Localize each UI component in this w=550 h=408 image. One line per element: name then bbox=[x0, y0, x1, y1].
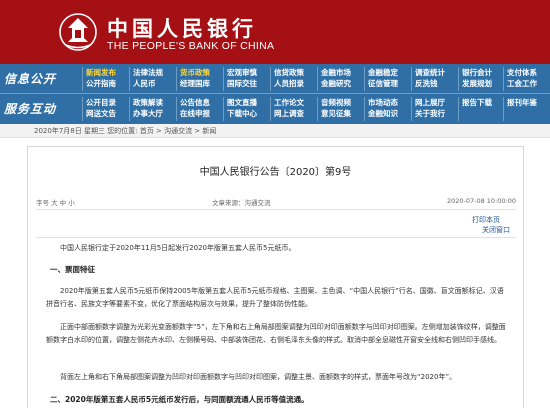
bank-emblem-icon[interactable] bbox=[58, 12, 98, 52]
article-heading: 一、票面特征 bbox=[50, 265, 95, 274]
nav-item[interactable]: 公告信息 在线申报 bbox=[176, 97, 210, 121]
print-page-link[interactable]: 打印本页 bbox=[472, 215, 500, 225]
article-paragraph: 正面中部面额数字调整为光彩光变面额数字“5”，左下角和右上角局部图案调整为凹印对… bbox=[46, 323, 506, 344]
breadcrumb: 2020年7月8日 星期三 您的位置: 首页 > 沟通交流 > 新闻 bbox=[0, 124, 550, 138]
breadcrumb-text[interactable]: 2020年7月8日 星期三 您的位置: 首页 > 沟通交流 > 新闻 bbox=[34, 126, 216, 136]
nav-item[interactable]: 调查统计 反洗钱 bbox=[411, 67, 445, 91]
nav-label-service: 服务互动 bbox=[4, 102, 57, 116]
meta-divider bbox=[36, 209, 516, 210]
page: 中国人民银行 THE PEOPLE'S BANK OF CHINA 信息公开 新… bbox=[0, 0, 550, 408]
site-title-en: THE PEOPLE'S BANK OF CHINA bbox=[107, 40, 275, 52]
article-date: 2020-07-08 10:00:00 bbox=[446, 197, 516, 205]
article-source: 文章来源：沟通交流 bbox=[212, 199, 271, 207]
article-title: 中国人民银行公告〔2020〕第9号 bbox=[199, 167, 352, 178]
nav-item[interactable]: 工作论文 网上调查 bbox=[270, 97, 304, 121]
nav-item[interactable]: 新闻发布 公开指南 bbox=[82, 67, 116, 91]
article-meta: 字号 大 中 小 文章来源：沟通交流 2020-07-08 10:00:00 bbox=[36, 197, 516, 209]
nav-row-service: 服务互动 公开目录 网送文告 政策解读 办事大厅 公告信息 在线申报 图文直播 下载中心… bbox=[0, 94, 550, 123]
close-window-link[interactable]: 关闭窗口 bbox=[482, 225, 510, 235]
nav-item[interactable]: 信贷政策 人员招录 bbox=[270, 67, 304, 91]
nav-label-info: 信息公开 bbox=[4, 72, 57, 86]
nav-item[interactable]: 政策解读 办事大厅 bbox=[129, 97, 163, 121]
nav-item[interactable]: 报告下载 bbox=[458, 97, 492, 121]
font-size-switch[interactable]: 字号 大 中 小 bbox=[36, 197, 75, 207]
nav-row-info: 信息公开 新闻发布 公开指南 法律法规 人民币 货币政策 经理国库 宏观审慎 国际交往 … bbox=[0, 64, 550, 93]
main-navigation: 信息公开 新闻发布 公开指南 法律法规 人民币 货币政策 经理国库 宏观审慎 国际交往 … bbox=[0, 64, 550, 124]
article-heading: 二、2020年版第五套人民币5元纸币发行后，与同面额流通人民币等值流通。 bbox=[50, 395, 309, 404]
nav-item[interactable]: 宏观审慎 国际交往 bbox=[223, 67, 257, 91]
nav-item[interactable]: 报刊年鉴 bbox=[503, 97, 537, 121]
site-title-cn[interactable]: 中国人民银行 bbox=[107, 13, 257, 43]
nav-item[interactable]: 法律法规 人民币 bbox=[129, 67, 163, 91]
article-paragraph: 背面左上角和右下角局部图案调整为凹印对印面额数字与凹印对印图案，调整主景、面额数… bbox=[60, 373, 457, 381]
nav-item[interactable]: 图文直播 下载中心 bbox=[223, 97, 257, 121]
site-header: 中国人民银行 THE PEOPLE'S BANK OF CHINA bbox=[0, 0, 550, 64]
nav-item[interactable]: 金融稳定 征信管理 bbox=[364, 67, 398, 91]
article-paragraph: 中国人民银行定于2020年11月5日起发行2020年版第五套人民币5元纸币。 bbox=[60, 244, 296, 252]
nav-item[interactable]: 金融市场 金融研究 bbox=[317, 67, 351, 91]
nav-item[interactable]: 支付体系 工会工作 bbox=[503, 67, 537, 91]
nav-item[interactable]: 音频视频 意见征集 bbox=[317, 97, 351, 121]
article-paragraph: 2020年版第五套人民币5元纸币保持2005年版第五套人民币5元纸币规格、主图案… bbox=[46, 287, 504, 308]
nav-item[interactable]: 市场动态 金融知识 bbox=[364, 97, 398, 121]
nav-item[interactable]: 银行会计 发展规划 bbox=[458, 67, 492, 91]
nav-item[interactable]: 货币政策 经理国库 bbox=[176, 67, 210, 91]
tools-divider bbox=[36, 237, 516, 238]
article-panel: 中国人民银行公告〔2020〕第9号 字号 大 中 小 文章来源：沟通交流 202… bbox=[27, 146, 524, 408]
nav-item[interactable]: 公开目录 网送文告 bbox=[82, 97, 116, 121]
nav-item[interactable]: 网上展厅 关于我行 bbox=[411, 97, 445, 121]
